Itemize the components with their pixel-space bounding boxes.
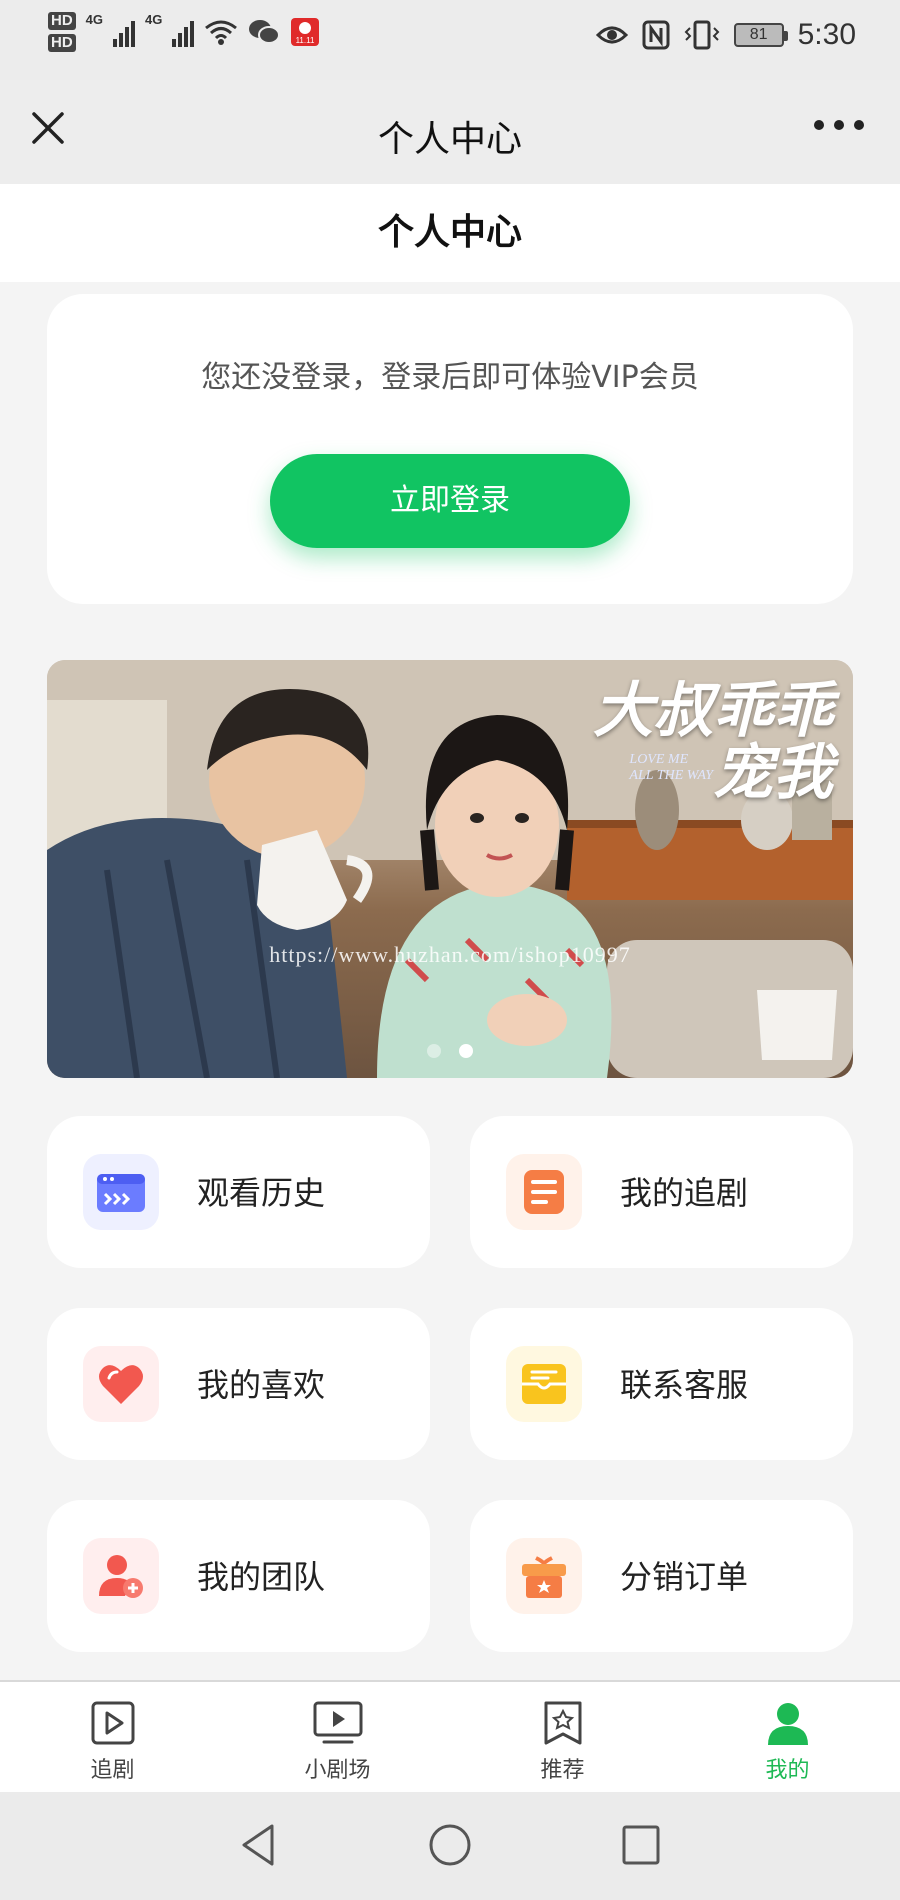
eye-icon	[595, 26, 628, 44]
banner-subtitle-line1: LOVE ME	[629, 752, 689, 767]
team-icon	[83, 1538, 159, 1614]
svg-text:11.11: 11.11	[296, 36, 315, 45]
system-nav-bar	[0, 1792, 900, 1900]
menu-label: 联系客服	[620, 1366, 749, 1404]
menu-label: 我的喜欢	[197, 1366, 326, 1404]
tab-label: 小剧场	[304, 1758, 371, 1783]
hd-indicator: HD HD	[48, 12, 76, 52]
recents-icon[interactable]	[620, 1822, 662, 1868]
wechat-icon	[249, 20, 281, 44]
signal-icon-1	[113, 17, 136, 47]
tab-label: 我的	[765, 1758, 810, 1783]
menu-my-likes[interactable]: 我的喜欢	[47, 1308, 430, 1460]
promo-banner[interactable]: 大叔乖乖 宠我 LOVE ME ALL THE WAY https://www.…	[47, 660, 853, 1078]
menu-label: 观看历史	[197, 1174, 326, 1212]
wechat-nav-bar: 个人中心	[0, 80, 900, 184]
signal-icon-2	[172, 17, 195, 47]
wifi-icon	[205, 20, 238, 45]
login-button[interactable]: 立即登录	[270, 454, 630, 548]
heart-icon	[83, 1346, 159, 1422]
status-bar: HD HD 4G 4G 11.11 81 5:30	[0, 0, 900, 80]
more-options-icon[interactable]	[814, 120, 864, 130]
hd1-badge: HD	[48, 12, 76, 30]
vibrate-icon	[684, 20, 720, 50]
page-title: 个人中心	[0, 184, 900, 282]
user-icon	[767, 1703, 808, 1745]
network-type-1: 4G	[85, 12, 104, 27]
banner-title-line1: 大叔乖乖	[593, 676, 833, 746]
tab-label: 追剧	[90, 1758, 135, 1783]
home-icon[interactable]	[428, 1822, 472, 1868]
status-left: HD HD 4G 4G 11.11	[48, 12, 320, 52]
mail-icon	[506, 1346, 582, 1422]
tab-follow[interactable]: 追剧	[0, 1682, 225, 1792]
status-right: 81 5:30	[595, 18, 856, 52]
menu-label: 我的追剧	[620, 1174, 749, 1212]
tab-label: 推荐	[540, 1758, 585, 1783]
banner-watermark: https://www.huzhan.com/ishop10997	[269, 942, 631, 967]
clock: 5:30	[797, 18, 856, 51]
star-bookmark-icon	[544, 1701, 581, 1745]
menu-customer-service[interactable]: 联系客服	[470, 1308, 853, 1460]
menu-my-dramas[interactable]: 我的追剧	[470, 1116, 853, 1268]
menu-distribution-orders[interactable]: 分销订单	[470, 1500, 853, 1652]
drama-list-icon	[506, 1154, 582, 1230]
bottom-tab-bar: 追剧 小剧场 推荐 我的	[0, 1680, 900, 1792]
tab-recommend[interactable]: 推荐	[450, 1682, 675, 1792]
tv-icon	[313, 1701, 362, 1744]
tab-mine[interactable]: 我的	[675, 1682, 900, 1792]
menu-my-team[interactable]: 我的团队	[47, 1500, 430, 1652]
network-type-2: 4G	[145, 12, 163, 27]
nfc-icon	[642, 20, 670, 50]
shopping-festival-icon: 11.11	[291, 18, 320, 46]
login-tip-text: 您还没登录，登录后即可体验VIP会员	[201, 360, 699, 395]
back-icon[interactable]	[238, 1822, 278, 1868]
carousel-dots	[47, 1044, 853, 1058]
gift-order-icon	[506, 1538, 582, 1614]
banner-subtitle-line2: ALL THE WAY	[629, 768, 713, 783]
banner-title: 大叔乖乖 宠我	[593, 680, 833, 804]
history-icon	[83, 1154, 159, 1230]
login-card: 您还没登录，登录后即可体验VIP会员 立即登录	[47, 294, 853, 604]
menu-watch-history[interactable]: 观看历史	[47, 1116, 430, 1268]
play-icon	[91, 1701, 134, 1745]
hd2-badge: HD	[48, 34, 76, 52]
menu-label: 我的团队	[197, 1558, 326, 1596]
banner-title-line2: 宠我	[713, 738, 833, 808]
carousel-dot-1[interactable]	[427, 1044, 441, 1058]
banner-subtitle: LOVE ME ALL THE WAY	[629, 752, 713, 784]
wechat-nav-title: 个人中心	[377, 119, 522, 160]
menu-label: 分销订单	[620, 1558, 749, 1596]
tab-theater[interactable]: 小剧场	[225, 1682, 450, 1792]
carousel-dot-2[interactable]	[459, 1044, 473, 1058]
battery-indicator: 81	[733, 23, 788, 47]
